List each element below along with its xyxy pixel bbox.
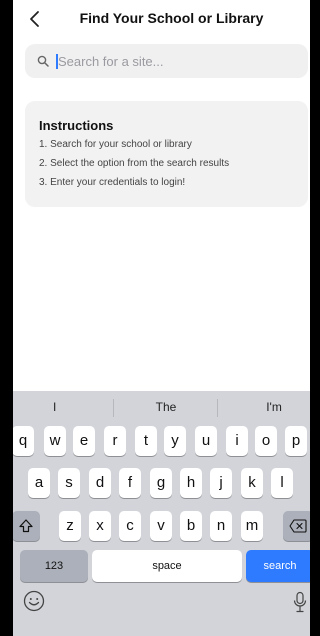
chevron-left-icon	[30, 11, 39, 27]
suggestion-divider	[217, 399, 218, 417]
key-e[interactable]: e	[73, 426, 95, 456]
search-key[interactable]: search	[246, 550, 310, 582]
key-v[interactable]: v	[150, 511, 172, 541]
key-q[interactable]: q	[13, 426, 34, 456]
suggestion-item[interactable]: I'm	[259, 400, 289, 414]
suggestion-bar: I The I'm	[13, 391, 310, 425]
shift-key[interactable]	[13, 511, 40, 541]
search-bar[interactable]	[25, 44, 308, 78]
key-m[interactable]: m	[241, 511, 263, 541]
key-s[interactable]: s	[58, 468, 80, 498]
emoji-icon[interactable]	[23, 590, 45, 612]
key-l[interactable]: l	[271, 468, 293, 498]
search-input[interactable]	[58, 50, 288, 72]
key-p[interactable]: p	[285, 426, 307, 456]
suggestion-item[interactable]: I	[53, 400, 56, 414]
key-d[interactable]: d	[89, 468, 111, 498]
backspace-icon	[289, 519, 307, 533]
space-key[interactable]: space	[92, 550, 242, 582]
suggestion-divider	[113, 399, 114, 417]
numbers-key[interactable]: 123	[20, 550, 88, 582]
key-n[interactable]: n	[210, 511, 232, 541]
instructions-heading: Instructions	[39, 118, 114, 133]
key-j[interactable]: j	[210, 468, 232, 498]
key-g[interactable]: g	[150, 468, 172, 498]
instruction-step: 3. Enter your credentials to login!	[39, 177, 186, 188]
key-x[interactable]: x	[89, 511, 111, 541]
key-u[interactable]: u	[195, 426, 217, 456]
key-c[interactable]: c	[119, 511, 141, 541]
back-button[interactable]	[25, 9, 45, 29]
key-f[interactable]: f	[119, 468, 141, 498]
microphone-icon[interactable]	[293, 591, 307, 613]
backspace-key[interactable]	[283, 511, 310, 541]
instruction-step: 2. Select the option from the search res…	[39, 158, 230, 169]
key-y[interactable]: y	[164, 426, 186, 456]
suggestion-item[interactable]: The	[146, 400, 186, 414]
keyboard: I The I'm q w e r t y u i o p a s d f g …	[13, 391, 310, 636]
key-z[interactable]: z	[59, 511, 81, 541]
instruction-step: 1. Search for your school or library	[39, 139, 192, 150]
search-icon	[37, 55, 49, 67]
key-k[interactable]: k	[241, 468, 263, 498]
instructions-card: Instructions 1. Search for your school o…	[25, 101, 308, 207]
key-b[interactable]: b	[180, 511, 202, 541]
shift-icon	[19, 519, 33, 533]
key-r[interactable]: r	[104, 426, 126, 456]
key-h[interactable]: h	[180, 468, 202, 498]
key-o[interactable]: o	[255, 426, 277, 456]
app-screen: Find Your School or Library Instructions…	[13, 0, 310, 636]
page-title: Find Your School or Library	[79, 10, 264, 26]
key-w[interactable]: w	[44, 426, 66, 456]
header: Find Your School or Library	[13, 0, 310, 38]
key-i[interactable]: i	[226, 426, 248, 456]
key-a[interactable]: a	[28, 468, 50, 498]
key-t[interactable]: t	[135, 426, 157, 456]
